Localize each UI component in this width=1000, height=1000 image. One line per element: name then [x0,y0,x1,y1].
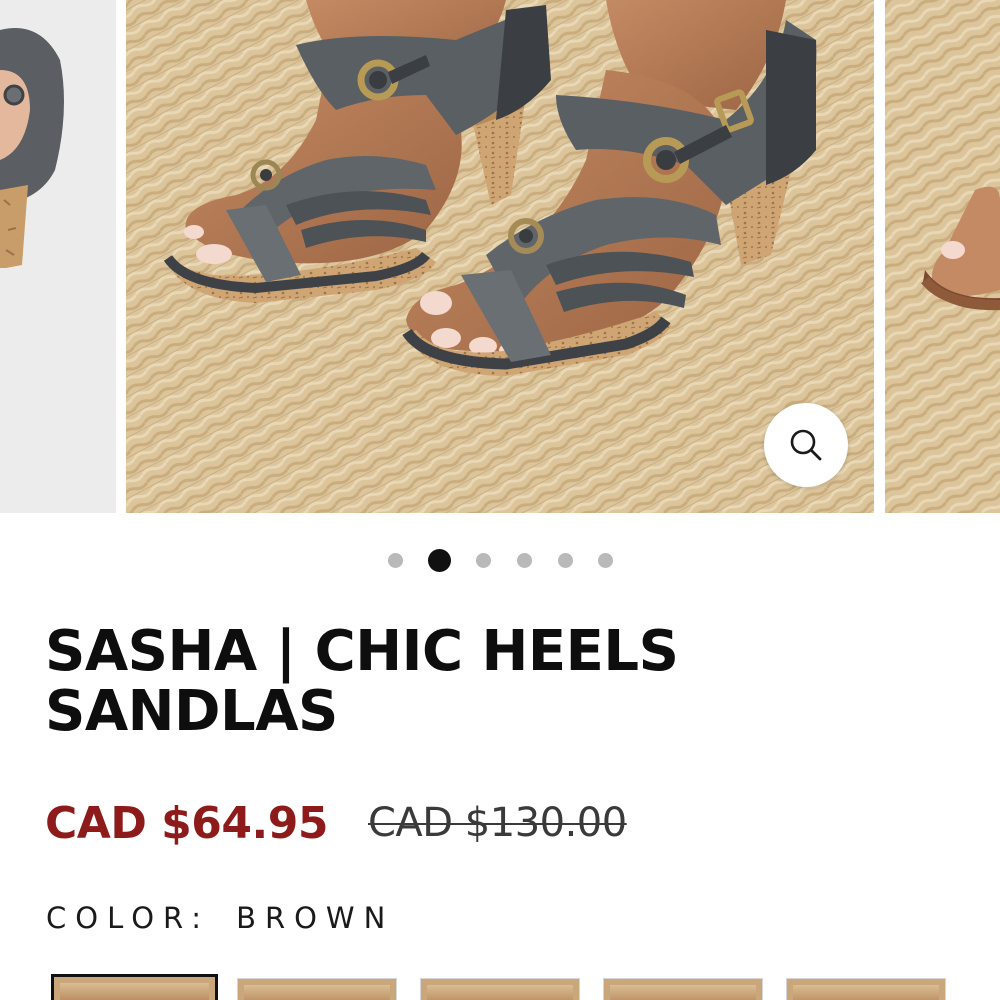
swatch-image [427,985,573,1000]
color-swatch-2[interactable] [237,978,397,1000]
color-swatch-4[interactable] [603,978,763,1000]
compare-at-price: CAD $130.00 [367,800,627,846]
swatch-image [793,985,939,1000]
product-photo-next [885,0,1000,513]
color-value: BROWN [236,901,395,935]
zoom-button[interactable] [764,403,848,487]
color-selector-label: COLOR: BROWN [46,898,394,938]
product-photo-previous [0,0,116,513]
color-swatch-1[interactable] [51,974,218,1000]
gallery-dot-6[interactable] [598,553,613,568]
gallery-slide-current[interactable] [126,0,874,513]
gallery-dot-5[interactable] [558,553,573,568]
color-swatch-3[interactable] [420,978,580,1000]
product-title-line-1: SASHA | CHIC HEELS [45,619,679,684]
gallery-slide-next[interactable] [885,0,1000,513]
gallery-slide-previous[interactable] [0,0,116,513]
gallery-dot-4[interactable] [517,553,532,568]
gallery-dot-2[interactable] [428,549,451,572]
swatch-image [610,985,756,1000]
sale-price: CAD $64.95 [45,797,328,849]
gallery-dot-3[interactable] [476,553,491,568]
price-row: CAD $64.95 CAD $130.00 [45,796,627,850]
search-icon [790,429,822,461]
swatch-image [60,983,209,1000]
gallery-dot-1[interactable] [388,553,403,568]
swatch-image [244,985,390,1000]
product-image-gallery[interactable] [0,0,1000,513]
product-title-line-2: SANDLAS [45,679,338,744]
product-page: SASHA | CHIC HEELS SANDLAS CAD $64.95 CA… [0,0,1000,1000]
product-title: SASHA | CHIC HEELS SANDLAS [45,622,945,742]
color-label: COLOR: [46,901,211,935]
product-photo-main [126,0,874,513]
color-swatch-5[interactable] [786,978,946,1000]
gallery-pagination-dots [0,548,1000,574]
